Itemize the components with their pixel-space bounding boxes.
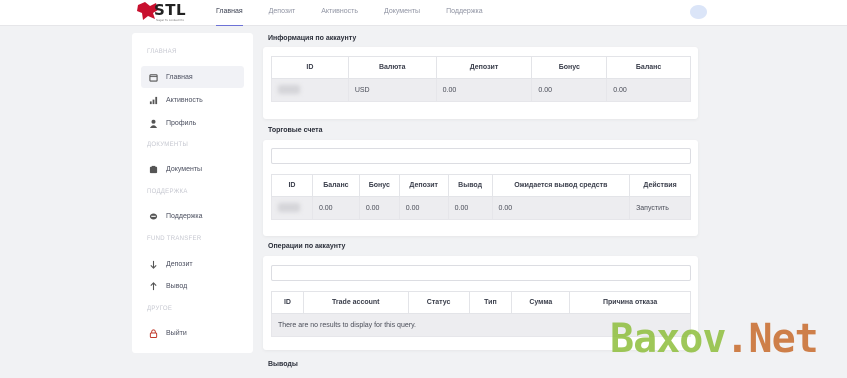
deposit-cell: 0.00 <box>398 196 449 220</box>
arrow-down-icon <box>148 259 158 269</box>
column-header: Депозит <box>435 56 533 79</box>
sidebar-item-home[interactable]: Главная <box>141 66 244 88</box>
sidebar: ГЛАВНАЯ Главная Активность Профиль ДОКУМ… <box>132 33 253 353</box>
sidebar-item-deposit[interactable]: Депозит <box>141 253 244 275</box>
sidebar-item-label: Профиль <box>166 119 197 127</box>
column-header: Сумма <box>511 291 571 314</box>
table-row: USD 0.00 0.00 0.00 <box>271 78 691 102</box>
nav-deposit[interactable]: Депозит <box>269 0 296 26</box>
account-info-title: Информация по аккаунту <box>268 35 357 42</box>
column-header: ID <box>271 56 349 79</box>
main-nav: Главная Депозит Активность Документы Под… <box>216 0 509 26</box>
withdrawals-title: Выводы <box>268 361 298 368</box>
sidebar-item-label: Вывод <box>166 282 188 290</box>
sidebar-item-support[interactable]: Поддержка <box>141 205 244 227</box>
sidebar-item-label: Поддержка <box>166 212 203 220</box>
bar-chart-icon <box>148 95 158 105</box>
operations-title: Операции по аккаунту <box>268 243 346 250</box>
user-icon <box>148 118 158 128</box>
nav-activity[interactable]: Активность <box>321 0 358 26</box>
account-id-cell <box>271 78 349 102</box>
table-header-row: ID Trade account Статус Тип Сумма Причин… <box>271 291 691 314</box>
column-header: Бонус <box>358 174 400 197</box>
trading-accounts-title: Торговые счета <box>268 127 323 134</box>
launch-action-link[interactable]: Запустить <box>629 196 691 220</box>
brand-subtitle: Sugar Tu Limited Pro <box>156 18 185 22</box>
column-header: Причина отказа <box>569 291 691 314</box>
sidebar-section-documents: ДОКУМЕНТЫ <box>147 142 189 148</box>
top-navbar: STL Sugar Tu Limited Pro Главная Депозит… <box>0 0 847 26</box>
column-header: Валюта <box>347 56 437 79</box>
column-header: Тип <box>468 291 513 314</box>
sidebar-item-label: Главная <box>166 73 193 81</box>
sidebar-section-support: ПОДДЕРЖКА <box>147 189 188 195</box>
account-id-cell <box>271 196 313 220</box>
pending-withdraw-cell: 0.00 <box>491 196 631 220</box>
trading-accounts-card: ID Баланс Бонус Депозит Вывод Ожидается … <box>263 140 698 236</box>
column-header: Баланс <box>311 174 360 197</box>
column-header: ID <box>271 174 313 197</box>
sidebar-item-label: Документы <box>166 165 203 173</box>
blurred-id <box>278 84 300 94</box>
balance-cell: 0.00 <box>311 196 360 220</box>
brand-logo[interactable]: STL Sugar Tu Limited Pro <box>136 0 196 24</box>
column-header: Trade account <box>302 291 409 314</box>
sidebar-section-main: ГЛАВНАЯ <box>147 49 177 55</box>
column-header: Баланс <box>606 56 691 79</box>
sidebar-item-label: Выйти <box>166 329 187 337</box>
nav-support[interactable]: Поддержка <box>446 0 483 26</box>
sidebar-item-logout[interactable]: Выйти <box>141 322 244 344</box>
chat-icon <box>148 211 158 221</box>
currency-cell: USD <box>347 78 437 102</box>
column-header: Статус <box>407 291 470 314</box>
column-header: Бонус <box>531 56 608 79</box>
sidebar-item-documents[interactable]: Документы <box>141 158 244 180</box>
user-avatar[interactable] <box>690 5 707 19</box>
sidebar-item-label: Депозит <box>166 260 193 268</box>
watermark: Baxov.Net <box>610 316 819 362</box>
column-header: Ожидается вывод средств <box>491 174 631 197</box>
operations-filter-input[interactable] <box>271 265 691 281</box>
bonus-cell: 0.00 <box>358 196 400 220</box>
sidebar-section-fund-transfer: FUND TRANSFER <box>147 236 202 242</box>
deposit-cell: 0.00 <box>435 78 533 102</box>
bonus-cell: 0.00 <box>531 78 608 102</box>
account-info-card: ID Валюта Депозит Бонус Баланс USD 0.00 … <box>263 47 698 119</box>
sidebar-item-withdraw[interactable]: Вывод <box>141 275 244 297</box>
sidebar-item-activity[interactable]: Активность <box>141 89 244 111</box>
table-row: 0.00 0.00 0.00 0.00 0.00 Запустить <box>271 196 691 220</box>
column-header: Вывод <box>447 174 493 197</box>
watermark-part-1: Baxov <box>610 316 726 362</box>
table-header-row: ID Валюта Депозит Бонус Баланс <box>271 56 691 79</box>
column-header: ID <box>271 291 304 314</box>
brand-name: STL <box>154 1 187 19</box>
trading-accounts-table: ID Баланс Бонус Депозит Вывод Ожидается … <box>271 174 691 220</box>
nav-documents[interactable]: Документы <box>384 0 420 26</box>
column-header: Депозит <box>398 174 449 197</box>
home-icon <box>148 72 158 82</box>
trading-accounts-filter-input[interactable] <box>271 148 691 164</box>
withdraw-cell: 0.00 <box>447 196 493 220</box>
sidebar-section-other: ДРУГОЕ <box>147 306 173 312</box>
blurred-id <box>278 202 300 212</box>
watermark-part-2: .Net <box>725 316 818 362</box>
nav-home[interactable]: Главная <box>216 0 243 26</box>
balance-cell: 0.00 <box>606 78 691 102</box>
table-header-row: ID Баланс Бонус Депозит Вывод Ожидается … <box>271 174 691 197</box>
arrow-up-icon <box>148 281 158 291</box>
sidebar-item-label: Активность <box>166 96 203 104</box>
column-header: Действия <box>629 174 691 197</box>
sidebar-item-profile[interactable]: Профиль <box>141 112 244 134</box>
document-icon <box>148 164 158 174</box>
lock-icon <box>148 328 158 338</box>
account-info-table: ID Валюта Депозит Бонус Баланс USD 0.00 … <box>271 56 691 102</box>
